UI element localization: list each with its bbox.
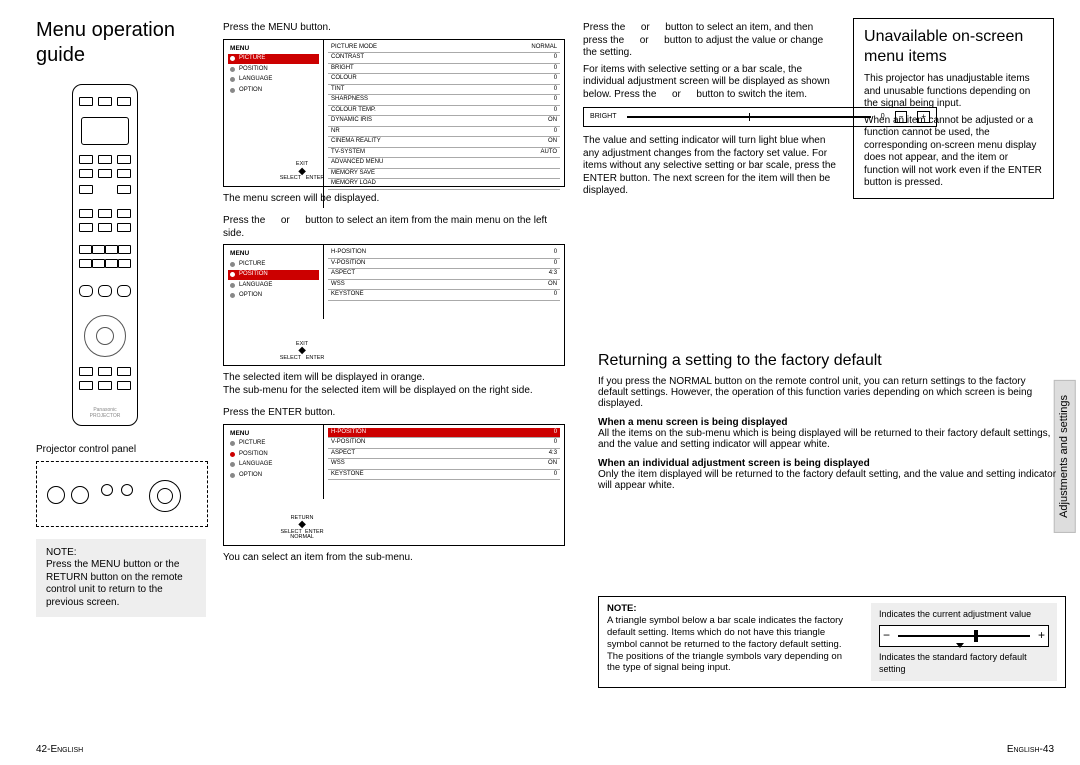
- step4-after1: For items with selective setting or a ba…: [583, 64, 837, 102]
- step2-after1: The selected item will be displayed in o…: [223, 372, 565, 385]
- step3-after: You can select an item from the sub-menu…: [223, 552, 565, 565]
- indicator-box: Indicates the current adjustment value −…: [871, 603, 1057, 681]
- remote-illustration: PanasonicPROJECTOR: [72, 84, 138, 426]
- step2-after2: The sub-menu for the selected item will …: [223, 385, 565, 398]
- returning-h2: When an individual adjustment screen is …: [598, 458, 1058, 469]
- returning-section: Returning a setting to the factory defau…: [598, 352, 1058, 491]
- menu-figure-2: MENU PICTURE POSITION LANGUAGE OPTION H-…: [223, 244, 565, 366]
- footer-right: English-43: [1007, 744, 1054, 755]
- factory-note: NOTE: A triangle symbol below a bar scal…: [598, 596, 1066, 688]
- returning-h1: When a menu screen is being displayed: [598, 417, 1058, 428]
- slider-illustration: −+: [879, 625, 1049, 647]
- control-panel-caption: Projector control panel: [36, 444, 209, 457]
- page-title: Menu operation guide: [36, 18, 209, 68]
- step4-after2: The value and setting indicator will tur…: [583, 135, 837, 198]
- step3-title: Press the ENTER button.: [223, 407, 565, 420]
- unavailable-box: Unavailable on-screen menu items This pr…: [853, 18, 1054, 199]
- step2-title: Press the or button to select an item fr…: [223, 215, 565, 240]
- menu-figure-1: MENU PICTURE POSITION LANGUAGE OPTION PI…: [223, 39, 565, 187]
- step1-title: Press the MENU button.: [223, 22, 565, 35]
- step4-title: Press the or button to select an item, a…: [583, 22, 837, 60]
- return-note: NOTE: Press the MENU button or the RETUR…: [36, 539, 206, 618]
- menu-figure-3: MENU PICTURE POSITION LANGUAGE OPTION H-…: [223, 424, 565, 546]
- returning-title: Returning a setting to the factory defau…: [598, 352, 1058, 370]
- footer-left: 42-English: [36, 744, 83, 755]
- unavailable-title: Unavailable on-screen menu items: [864, 27, 1043, 67]
- control-panel-illustration: [36, 461, 208, 527]
